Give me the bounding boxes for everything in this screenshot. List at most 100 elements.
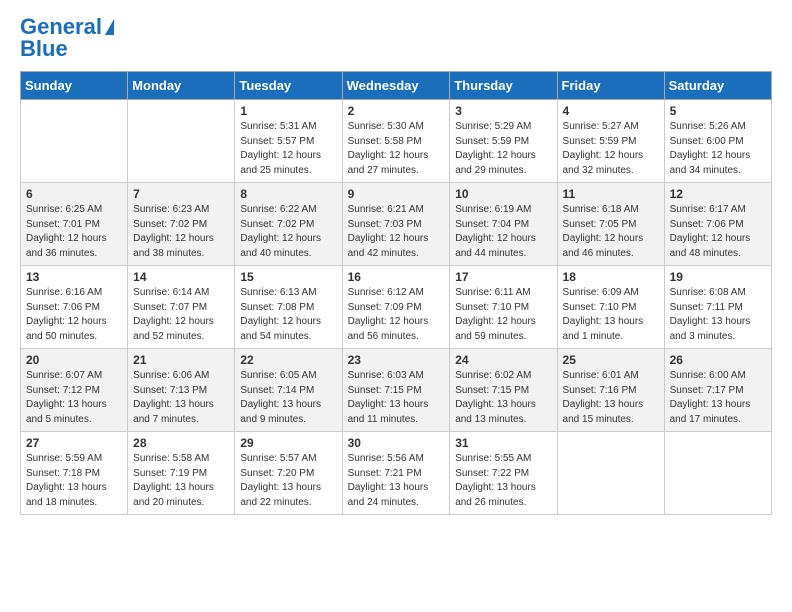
day-number: 16 xyxy=(348,270,445,284)
header: General Blue xyxy=(20,16,772,61)
calendar-cell: 19 Sunrise: 6:08 AM Sunset: 7:11 PM Dayli… xyxy=(664,266,771,349)
day-number: 9 xyxy=(348,187,445,201)
calendar-cell xyxy=(128,100,235,183)
day-info: Sunrise: 5:59 AM Sunset: 7:18 PM Dayligh… xyxy=(26,452,122,510)
day-info: Sunrise: 6:00 AM Sunset: 7:17 PM Dayligh… xyxy=(670,369,766,427)
day-info: Sunrise: 6:08 AM Sunset: 7:11 PM Dayligh… xyxy=(670,286,766,344)
day-info: Sunrise: 6:03 AM Sunset: 7:15 PM Dayligh… xyxy=(348,369,445,427)
day-number: 12 xyxy=(670,187,766,201)
day-number: 24 xyxy=(455,353,551,367)
day-number: 5 xyxy=(670,104,766,118)
day-number: 10 xyxy=(455,187,551,201)
day-number: 17 xyxy=(455,270,551,284)
day-number: 19 xyxy=(670,270,766,284)
day-number: 4 xyxy=(563,104,659,118)
day-info: Sunrise: 6:11 AM Sunset: 7:10 PM Dayligh… xyxy=(455,286,551,344)
calendar-cell: 3 Sunrise: 5:29 AM Sunset: 5:59 PM Daylig… xyxy=(450,100,557,183)
calendar-cell xyxy=(557,432,664,515)
day-number: 14 xyxy=(133,270,229,284)
day-number: 6 xyxy=(26,187,122,201)
day-info: Sunrise: 6:09 AM Sunset: 7:10 PM Dayligh… xyxy=(563,286,659,344)
day-info: Sunrise: 6:17 AM Sunset: 7:06 PM Dayligh… xyxy=(670,203,766,261)
day-info: Sunrise: 5:56 AM Sunset: 7:21 PM Dayligh… xyxy=(348,452,445,510)
day-info: Sunrise: 6:18 AM Sunset: 7:05 PM Dayligh… xyxy=(563,203,659,261)
calendar-week-row: 1 Sunrise: 5:31 AM Sunset: 5:57 PM Daylig… xyxy=(21,100,772,183)
calendar-week-row: 27 Sunrise: 5:59 AM Sunset: 7:18 PM Dayli… xyxy=(21,432,772,515)
day-info: Sunrise: 6:22 AM Sunset: 7:02 PM Dayligh… xyxy=(240,203,336,261)
calendar-cell: 24 Sunrise: 6:02 AM Sunset: 7:15 PM Dayli… xyxy=(450,349,557,432)
day-info: Sunrise: 5:29 AM Sunset: 5:59 PM Dayligh… xyxy=(455,120,551,178)
day-info: Sunrise: 5:57 AM Sunset: 7:20 PM Dayligh… xyxy=(240,452,336,510)
day-number: 3 xyxy=(455,104,551,118)
day-number: 11 xyxy=(563,187,659,201)
calendar-cell: 25Sunrise: 6:01 AM Sunset: 7:16 PM Dayli… xyxy=(557,349,664,432)
day-info: Sunrise: 6:01 AM Sunset: 7:16 PM Dayligh… xyxy=(563,369,659,427)
calendar-header-row: SundayMondayTuesdayWednesdayThursdayFrid… xyxy=(21,72,772,100)
day-info: Sunrise: 5:31 AM Sunset: 5:57 PM Dayligh… xyxy=(240,120,336,178)
day-number: 29 xyxy=(240,436,336,450)
day-number: 1 xyxy=(240,104,336,118)
day-info: Sunrise: 6:13 AM Sunset: 7:08 PM Dayligh… xyxy=(240,286,336,344)
day-info: Sunrise: 6:14 AM Sunset: 7:07 PM Dayligh… xyxy=(133,286,229,344)
day-info: Sunrise: 6:21 AM Sunset: 7:03 PM Dayligh… xyxy=(348,203,445,261)
day-number: 27 xyxy=(26,436,122,450)
day-info: Sunrise: 5:27 AM Sunset: 5:59 PM Dayligh… xyxy=(563,120,659,178)
calendar-cell: 6Sunrise: 6:25 AM Sunset: 7:01 PM Daylig… xyxy=(21,183,128,266)
logo: General Blue xyxy=(20,16,114,61)
calendar-cell: 9 Sunrise: 6:21 AM Sunset: 7:03 PM Daylig… xyxy=(342,183,450,266)
calendar-cell: 15 Sunrise: 6:13 AM Sunset: 7:08 PM Dayli… xyxy=(235,266,342,349)
weekday-header-friday: Friday xyxy=(557,72,664,100)
day-number: 7 xyxy=(133,187,229,201)
calendar-cell: 26 Sunrise: 6:00 AM Sunset: 7:17 PM Dayli… xyxy=(664,349,771,432)
calendar-cell xyxy=(664,432,771,515)
day-number: 28 xyxy=(133,436,229,450)
calendar-cell: 4 Sunrise: 5:27 AM Sunset: 5:59 PM Daylig… xyxy=(557,100,664,183)
calendar-cell: 22 Sunrise: 6:05 AM Sunset: 7:14 PM Dayli… xyxy=(235,349,342,432)
calendar-cell: 27 Sunrise: 5:59 AM Sunset: 7:18 PM Dayli… xyxy=(21,432,128,515)
calendar-cell xyxy=(21,100,128,183)
day-info: Sunrise: 6:05 AM Sunset: 7:14 PM Dayligh… xyxy=(240,369,336,427)
day-info: Sunrise: 6:07 AM Sunset: 7:12 PM Dayligh… xyxy=(26,369,122,427)
calendar-cell: 20 Sunrise: 6:07 AM Sunset: 7:12 PM Dayli… xyxy=(21,349,128,432)
calendar-week-row: 6Sunrise: 6:25 AM Sunset: 7:01 PM Daylig… xyxy=(21,183,772,266)
day-number: 26 xyxy=(670,353,766,367)
day-number: 20 xyxy=(26,353,122,367)
day-info: Sunrise: 5:58 AM Sunset: 7:19 PM Dayligh… xyxy=(133,452,229,510)
day-number: 15 xyxy=(240,270,336,284)
weekday-header-monday: Monday xyxy=(128,72,235,100)
day-number: 2 xyxy=(348,104,445,118)
weekday-header-tuesday: Tuesday xyxy=(235,72,342,100)
logo-blue-text: Blue xyxy=(20,36,68,61)
day-number: 8 xyxy=(240,187,336,201)
day-number: 31 xyxy=(455,436,551,450)
calendar-cell: 1 Sunrise: 5:31 AM Sunset: 5:57 PM Daylig… xyxy=(235,100,342,183)
calendar-cell: 7Sunrise: 6:23 AM Sunset: 7:02 PM Daylig… xyxy=(128,183,235,266)
calendar-cell: 16 Sunrise: 6:12 AM Sunset: 7:09 PM Dayli… xyxy=(342,266,450,349)
day-info: Sunrise: 5:55 AM Sunset: 7:22 PM Dayligh… xyxy=(455,452,551,510)
calendar-cell: 14 Sunrise: 6:14 AM Sunset: 7:07 PM Dayli… xyxy=(128,266,235,349)
calendar-cell: 2 Sunrise: 5:30 AM Sunset: 5:58 PM Daylig… xyxy=(342,100,450,183)
calendar-cell: 5Sunrise: 5:26 AM Sunset: 6:00 PM Daylig… xyxy=(664,100,771,183)
calendar-cell: 31 Sunrise: 5:55 AM Sunset: 7:22 PM Dayli… xyxy=(450,432,557,515)
day-number: 22 xyxy=(240,353,336,367)
calendar-table: SundayMondayTuesdayWednesdayThursdayFrid… xyxy=(20,71,772,515)
day-number: 13 xyxy=(26,270,122,284)
calendar-cell: 28 Sunrise: 5:58 AM Sunset: 7:19 PM Dayli… xyxy=(128,432,235,515)
calendar-week-row: 20 Sunrise: 6:07 AM Sunset: 7:12 PM Dayli… xyxy=(21,349,772,432)
day-info: Sunrise: 6:16 AM Sunset: 7:06 PM Dayligh… xyxy=(26,286,122,344)
weekday-header-sunday: Sunday xyxy=(21,72,128,100)
day-number: 18 xyxy=(563,270,659,284)
day-info: Sunrise: 6:02 AM Sunset: 7:15 PM Dayligh… xyxy=(455,369,551,427)
day-number: 30 xyxy=(348,436,445,450)
calendar-cell: 23 Sunrise: 6:03 AM Sunset: 7:15 PM Dayli… xyxy=(342,349,450,432)
day-info: Sunrise: 5:30 AM Sunset: 5:58 PM Dayligh… xyxy=(348,120,445,178)
logo-triangle-icon xyxy=(105,19,114,35)
calendar-cell: 29 Sunrise: 5:57 AM Sunset: 7:20 PM Dayli… xyxy=(235,432,342,515)
calendar-week-row: 13 Sunrise: 6:16 AM Sunset: 7:06 PM Dayli… xyxy=(21,266,772,349)
day-number: 23 xyxy=(348,353,445,367)
calendar-cell: 17 Sunrise: 6:11 AM Sunset: 7:10 PM Dayli… xyxy=(450,266,557,349)
calendar-cell: 18 Sunrise: 6:09 AM Sunset: 7:10 PM Dayli… xyxy=(557,266,664,349)
calendar-cell: 10Sunrise: 6:19 AM Sunset: 7:04 PM Dayli… xyxy=(450,183,557,266)
calendar-cell: 30 Sunrise: 5:56 AM Sunset: 7:21 PM Dayli… xyxy=(342,432,450,515)
day-info: Sunrise: 6:12 AM Sunset: 7:09 PM Dayligh… xyxy=(348,286,445,344)
